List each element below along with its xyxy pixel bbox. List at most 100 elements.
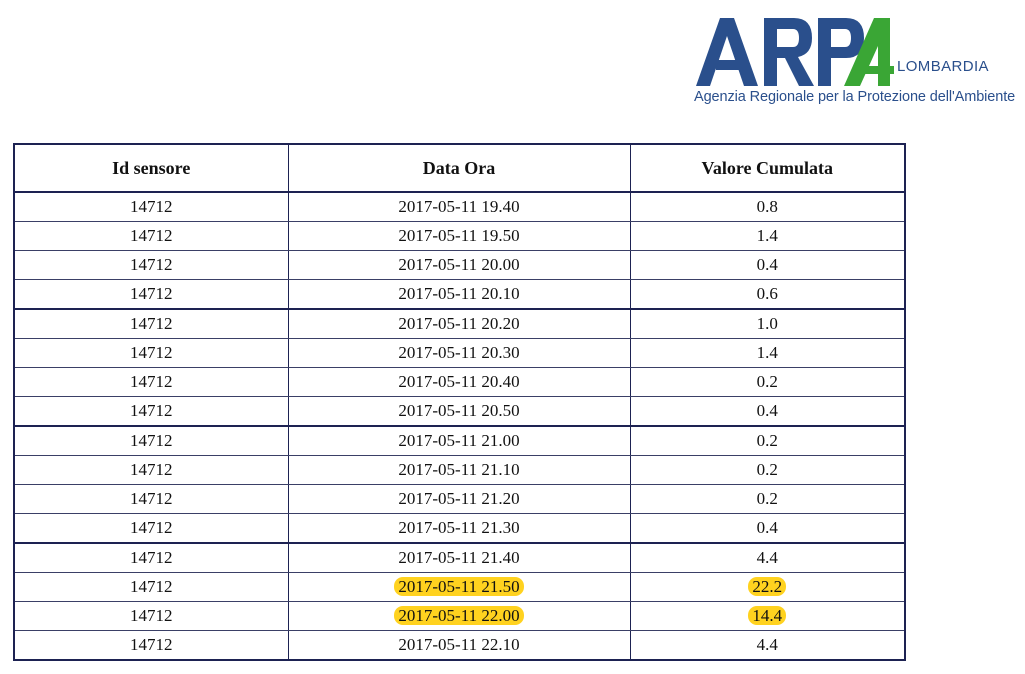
cell-valore-cumulata-text: 1.0 bbox=[756, 314, 778, 333]
cell-valore-cumulata-text: 0.4 bbox=[756, 518, 778, 537]
cell-id-sensore: 14712 bbox=[13, 484, 289, 514]
cell-id-sensore-text: 14712 bbox=[130, 431, 173, 450]
table-row: 14712 2017-05-11 20.40 0.2 bbox=[13, 367, 906, 397]
table-row: 14712 2017-05-11 20.50 0.4 bbox=[13, 396, 906, 427]
header-valore-cumulata: Valore Cumulata bbox=[629, 144, 906, 193]
cell-data-ora: 2017-05-11 21.00 bbox=[287, 426, 631, 456]
table-row: 14712 2017-05-11 20.00 0.4 bbox=[13, 250, 906, 280]
cell-data-ora-text: 2017-05-11 20.20 bbox=[398, 314, 520, 333]
cell-valore-cumulata-text: 0.2 bbox=[756, 489, 778, 508]
cell-id-sensore: 14712 bbox=[13, 630, 289, 661]
cell-data-ora-text: 2017-05-11 21.20 bbox=[398, 489, 520, 508]
cell-data-ora-text: 2017-05-11 20.50 bbox=[398, 401, 520, 420]
table-row: 14712 2017-05-11 21.40 4.4 bbox=[13, 543, 906, 573]
cell-data-ora: 2017-05-11 20.40 bbox=[287, 367, 631, 397]
cell-data-ora: 2017-05-11 21.20 bbox=[287, 484, 631, 514]
cell-id-sensore-text: 14712 bbox=[130, 226, 173, 245]
cell-valore-cumulata: 0.6 bbox=[629, 279, 906, 310]
cell-data-ora-text: 2017-05-11 19.50 bbox=[398, 226, 520, 245]
cell-id-sensore: 14712 bbox=[13, 601, 289, 631]
cell-id-sensore: 14712 bbox=[13, 426, 289, 456]
cell-id-sensore-text: 14712 bbox=[130, 372, 173, 391]
table-row: 14712 2017-05-11 20.10 0.6 bbox=[13, 279, 906, 310]
cell-data-ora: 2017-05-11 22.00 bbox=[287, 601, 631, 631]
table-row: 14712 2017-05-11 22.10 4.4 bbox=[13, 630, 906, 661]
cell-data-ora: 2017-05-11 21.10 bbox=[287, 455, 631, 485]
cell-id-sensore: 14712 bbox=[13, 367, 289, 397]
cell-valore-cumulata-text: 0.4 bbox=[756, 401, 778, 420]
cell-id-sensore: 14712 bbox=[13, 309, 289, 339]
cell-id-sensore: 14712 bbox=[13, 192, 289, 222]
cell-valore-cumulata: 22.2 bbox=[629, 572, 906, 602]
cell-data-ora-text: 2017-05-11 22.10 bbox=[398, 635, 520, 654]
cell-id-sensore-text: 14712 bbox=[130, 548, 173, 567]
cell-data-ora: 2017-05-11 20.00 bbox=[287, 250, 631, 280]
cell-id-sensore-text: 14712 bbox=[130, 314, 173, 333]
table-row: 14712 2017-05-11 21.20 0.2 bbox=[13, 484, 906, 514]
cell-valore-cumulata-text: 0.8 bbox=[756, 197, 778, 216]
cell-data-ora-text: 2017-05-11 20.40 bbox=[398, 372, 520, 391]
cell-data-ora: 2017-05-11 19.50 bbox=[287, 221, 631, 251]
cell-id-sensore: 14712 bbox=[13, 221, 289, 251]
cell-id-sensore-text: 14712 bbox=[130, 489, 173, 508]
cell-valore-cumulata: 4.4 bbox=[629, 630, 906, 661]
cell-valore-cumulata: 0.8 bbox=[629, 192, 906, 222]
cell-data-ora: 2017-05-11 21.40 bbox=[287, 543, 631, 573]
cell-id-sensore: 14712 bbox=[13, 543, 289, 573]
table-header-row: Id sensore Data Ora Valore Cumulata bbox=[13, 144, 906, 193]
cell-data-ora-text: 2017-05-11 20.30 bbox=[398, 343, 520, 362]
cell-id-sensore-text: 14712 bbox=[130, 606, 173, 625]
cell-data-ora-text: 2017-05-11 19.40 bbox=[398, 197, 520, 216]
cell-id-sensore-text: 14712 bbox=[130, 518, 173, 537]
cell-data-ora: 2017-05-11 21.50 bbox=[287, 572, 631, 602]
cell-valore-cumulata: 1.4 bbox=[629, 221, 906, 251]
cell-valore-cumulata: 0.4 bbox=[629, 250, 906, 280]
cell-valore-cumulata: 0.2 bbox=[629, 484, 906, 514]
cell-id-sensore-text: 14712 bbox=[130, 343, 173, 362]
cell-data-ora: 2017-05-11 20.50 bbox=[287, 396, 631, 427]
cell-id-sensore-text: 14712 bbox=[130, 401, 173, 420]
table-row: 14712 2017-05-11 21.10 0.2 bbox=[13, 455, 906, 485]
cell-valore-cumulata-text: 0.2 bbox=[756, 431, 778, 450]
arpa-logo: LOMBARDIA Agenzia Regionale per la Prote… bbox=[694, 16, 1016, 112]
cell-data-ora-text: 2017-05-11 21.10 bbox=[398, 460, 520, 479]
cell-data-ora-text: 2017-05-11 20.00 bbox=[398, 255, 520, 274]
cell-id-sensore-text: 14712 bbox=[130, 635, 173, 654]
cell-data-ora-text: 2017-05-11 21.40 bbox=[398, 548, 520, 567]
cell-data-ora-text: 2017-05-11 21.00 bbox=[398, 431, 520, 450]
cell-valore-cumulata: 0.4 bbox=[629, 396, 906, 427]
cell-id-sensore-text: 14712 bbox=[130, 284, 173, 303]
cell-id-sensore: 14712 bbox=[13, 572, 289, 602]
header-data-ora: Data Ora bbox=[287, 144, 631, 193]
cell-valore-cumulata-text: 22.2 bbox=[748, 577, 787, 596]
cell-id-sensore: 14712 bbox=[13, 250, 289, 280]
cell-valore-cumulata-text: 4.4 bbox=[756, 548, 778, 567]
table-row: 14712 2017-05-11 21.30 0.4 bbox=[13, 513, 906, 544]
cell-data-ora: 2017-05-11 20.30 bbox=[287, 338, 631, 368]
cell-data-ora-text: 2017-05-11 22.00 bbox=[394, 606, 524, 625]
cell-id-sensore-text: 14712 bbox=[130, 460, 173, 479]
cell-id-sensore: 14712 bbox=[13, 279, 289, 310]
cell-id-sensore: 14712 bbox=[13, 455, 289, 485]
cell-valore-cumulata: 14.4 bbox=[629, 601, 906, 631]
cell-valore-cumulata-text: 0.2 bbox=[756, 372, 778, 391]
cell-valore-cumulata: 0.2 bbox=[629, 426, 906, 456]
cell-data-ora: 2017-05-11 20.20 bbox=[287, 309, 631, 339]
cell-valore-cumulata: 1.4 bbox=[629, 338, 906, 368]
table-row: 14712 2017-05-11 22.00 14.4 bbox=[13, 601, 906, 631]
cell-data-ora: 2017-05-11 20.10 bbox=[287, 279, 631, 310]
table-row: 14712 2017-05-11 20.20 1.0 bbox=[13, 309, 906, 339]
cell-valore-cumulata: 0.4 bbox=[629, 513, 906, 544]
cell-data-ora: 2017-05-11 21.30 bbox=[287, 513, 631, 544]
cell-data-ora-text: 2017-05-11 21.50 bbox=[394, 577, 524, 596]
cell-valore-cumulata-text: 0.6 bbox=[756, 284, 778, 303]
cell-valore-cumulata-text: 0.2 bbox=[756, 460, 778, 479]
cell-valore-cumulata-text: 14.4 bbox=[748, 606, 787, 625]
cell-valore-cumulata-text: 4.4 bbox=[756, 635, 778, 654]
table-row: 14712 2017-05-11 21.50 22.2 bbox=[13, 572, 906, 602]
table-row: 14712 2017-05-11 19.50 1.4 bbox=[13, 221, 906, 251]
table-body: 14712 2017-05-11 19.40 0.8 14712 2017-05-11 … bbox=[13, 192, 906, 661]
cell-valore-cumulata-text: 1.4 bbox=[756, 343, 778, 362]
cell-valore-cumulata-text: 0.4 bbox=[756, 255, 778, 274]
arpa-wordmark-icon bbox=[696, 18, 894, 86]
